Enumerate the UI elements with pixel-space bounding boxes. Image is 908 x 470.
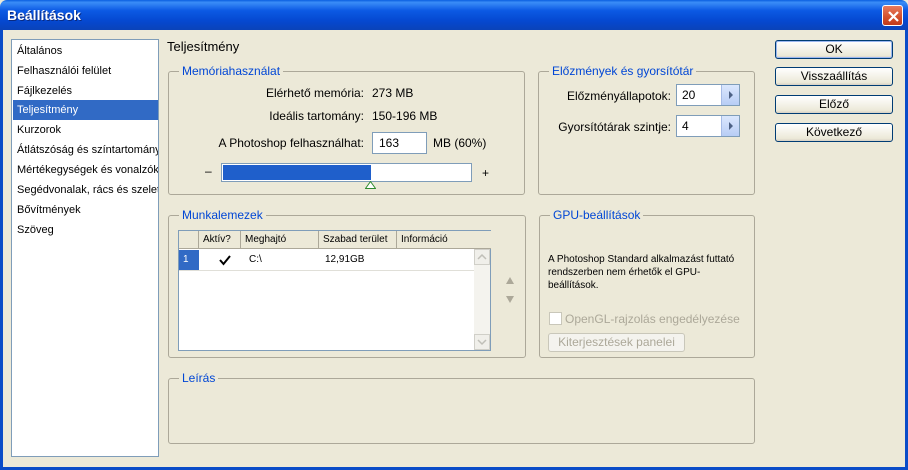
title-bar: Beállítások — [0, 0, 908, 30]
scroll-up-button[interactable] — [474, 249, 490, 265]
sidebar-item-guides[interactable]: Segédvonalak, rács és szeletek — [13, 180, 158, 200]
sidebar-item-file-handling[interactable]: Fájlkezelés — [13, 81, 158, 101]
memory-slider[interactable] — [221, 163, 472, 182]
checkmark-icon[interactable] — [219, 255, 231, 266]
sidebar-item-type[interactable]: Szöveg — [13, 220, 158, 240]
cache-levels-value: 4 — [682, 119, 689, 133]
sidebar-item-cursors[interactable]: Kurzorok — [13, 120, 158, 140]
history-states-value: 20 — [682, 88, 696, 102]
arrow-right-icon — [729, 91, 733, 99]
available-memory-value: 273 MB — [372, 86, 414, 100]
table-header-info[interactable]: Információ — [397, 231, 491, 249]
row-drive: C:\ — [249, 254, 262, 265]
row-info — [399, 250, 473, 270]
arrow-down-icon — [477, 339, 487, 346]
category-list[interactable]: Általános Felhasználói felület Fájlkezel… — [11, 39, 159, 457]
sidebar-item-units[interactable]: Mértékegységek és vonalzók — [13, 160, 158, 180]
cache-levels-field[interactable]: 4 — [676, 115, 740, 137]
history-cache-legend: Előzmények és gyorsítótár — [549, 64, 697, 78]
close-button[interactable] — [882, 5, 903, 26]
ideal-range-label: Ideális tartomány: — [269, 109, 364, 123]
description-legend: Leírás — [179, 371, 219, 385]
next-button[interactable]: Következő — [775, 123, 893, 142]
window-title: Beállítások — [7, 7, 81, 23]
reset-button[interactable]: Visszaállítás — [775, 67, 893, 86]
table-scrollbar[interactable] — [474, 249, 490, 350]
table-header-drive[interactable]: Meghajtó — [241, 231, 319, 249]
row-index: 1 — [179, 250, 199, 270]
history-states-arrow[interactable] — [721, 85, 739, 105]
cache-levels-label: Gyorsítótárak szintje: — [558, 120, 671, 134]
sidebar-item-performance[interactable]: Teljesítmény — [13, 100, 158, 120]
arrow-right-icon — [729, 122, 733, 130]
table-header-index — [179, 231, 199, 249]
memory-usage-input[interactable]: 163 — [372, 132, 427, 154]
table-header-free-space[interactable]: Szabad terület — [319, 231, 397, 249]
gpu-settings-legend: GPU-beállítások — [550, 208, 644, 222]
move-up-icon[interactable] — [505, 276, 515, 286]
table-row[interactable]: 1 C:\ 12,91GB — [179, 250, 474, 271]
scroll-down-button[interactable] — [474, 334, 490, 350]
scratch-disks-table[interactable]: Aktív? Meghajtó Szabad terület Informáci… — [178, 230, 491, 351]
sidebar-item-interface[interactable]: Felhasználói felület — [13, 61, 158, 81]
slider-min-label: – — [205, 164, 212, 178]
sidebar-item-transparency[interactable]: Átlátszóság és színtartomány — [13, 140, 158, 160]
table-header-active[interactable]: Aktív? — [199, 231, 241, 249]
history-states-label: Előzményállapotok: — [566, 89, 671, 103]
available-memory-label: Elérhető memória: — [265, 86, 364, 100]
scratch-disks-legend: Munkalemezek — [179, 208, 266, 222]
extensions-panel-button[interactable]: Kiterjesztések panelei — [548, 333, 685, 352]
opengl-label: OpenGL-rajzolás engedélyezése — [565, 312, 740, 326]
memory-usage-unit: MB (60%) — [433, 136, 487, 150]
move-down-icon[interactable] — [505, 294, 515, 304]
sidebar-item-plugins[interactable]: Bővítmények — [13, 200, 158, 220]
memory-usage-legend: Memóriahasználat — [179, 64, 284, 78]
opengl-checkbox[interactable] — [549, 312, 562, 325]
memory-slider-fill — [223, 165, 371, 180]
page-title: Teljesítmény — [167, 39, 240, 54]
photoshop-usage-label: A Photoshop felhasználhat: — [218, 136, 364, 150]
cache-levels-arrow[interactable] — [721, 116, 739, 136]
sidebar-item-general[interactable]: Általános — [13, 41, 158, 61]
row-free-space: 12,91GB — [325, 254, 365, 265]
ideal-range-value: 150-196 MB — [372, 109, 438, 123]
arrow-up-icon — [477, 253, 487, 260]
ok-button[interactable]: OK — [775, 40, 893, 59]
close-icon — [888, 11, 899, 22]
slider-thumb-icon[interactable] — [365, 181, 376, 189]
gpu-message: A Photoshop Standard alkalmazást futtató… — [548, 254, 735, 291]
description-group: Leírás — [168, 371, 755, 444]
previous-button[interactable]: Előző — [775, 95, 893, 114]
history-states-field[interactable]: 20 — [676, 84, 740, 106]
slider-max-label: + — [482, 166, 490, 180]
